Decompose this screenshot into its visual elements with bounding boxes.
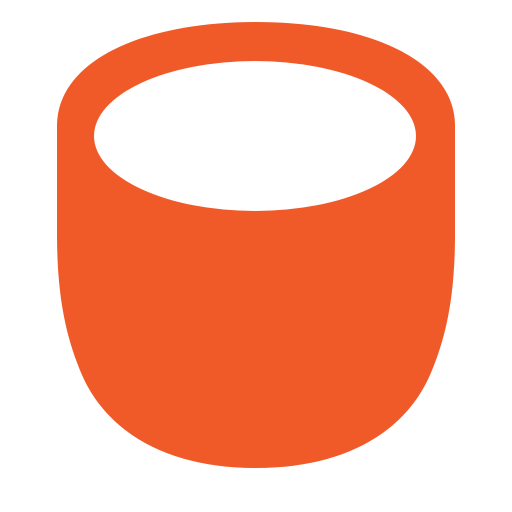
cup-icon <box>57 22 455 468</box>
icon-canvas <box>0 0 512 512</box>
cup-opening <box>94 61 416 211</box>
